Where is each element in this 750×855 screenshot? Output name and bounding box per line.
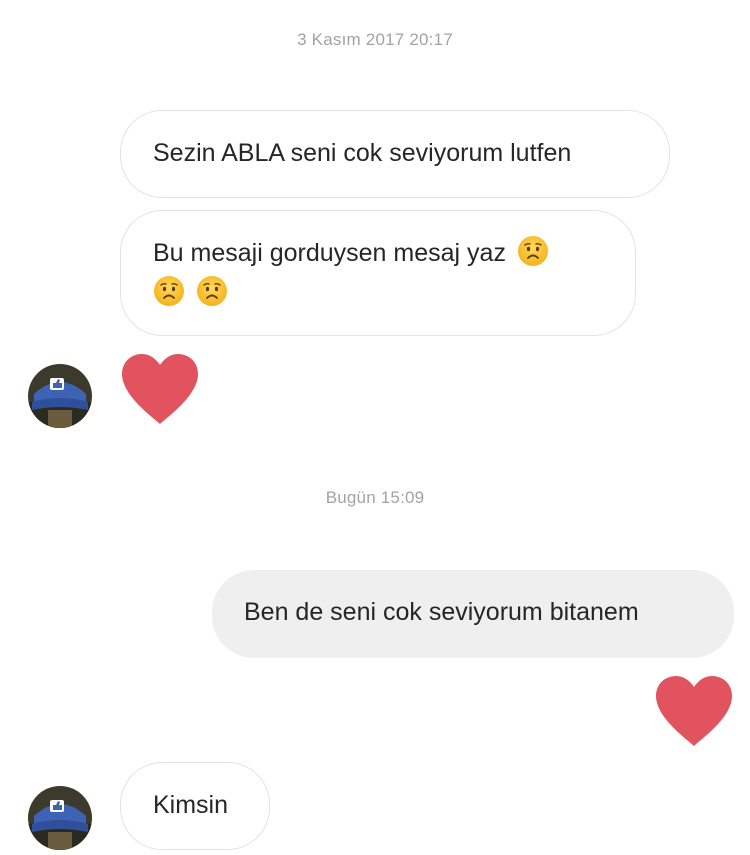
avatar[interactable] bbox=[28, 364, 92, 428]
message-text: Bu mesaji gorduysen mesaj yaz bbox=[153, 239, 506, 267]
message-bubble-incoming[interactable]: Bu mesaji gorduysen mesaj yaz bbox=[120, 210, 636, 336]
message-bubble-incoming[interactable]: Kimsin bbox=[120, 762, 270, 850]
message-text: Kimsin bbox=[153, 791, 229, 819]
timestamp-1: 3 Kasım 2017 20:17 bbox=[297, 30, 453, 49]
worried-face-emoji bbox=[153, 275, 185, 307]
message-text: Sezin ABLA seni cok seviyorum lutfen bbox=[153, 139, 572, 167]
like-heart-icon[interactable] bbox=[652, 674, 736, 748]
avatar[interactable] bbox=[28, 786, 92, 850]
message-text: Ben de seni cok seviyorum bitanem bbox=[244, 598, 639, 626]
worried-face-emoji bbox=[196, 275, 228, 307]
worried-face-emoji bbox=[517, 235, 549, 267]
timestamp-2: Bugün 15:09 bbox=[325, 488, 425, 507]
message-bubble-incoming[interactable]: Sezin ABLA seni cok seviyorum lutfen bbox=[120, 110, 670, 198]
like-heart-icon[interactable] bbox=[118, 352, 202, 426]
message-bubble-outgoing[interactable]: Ben de seni cok seviyorum bitanem bbox=[212, 570, 734, 658]
